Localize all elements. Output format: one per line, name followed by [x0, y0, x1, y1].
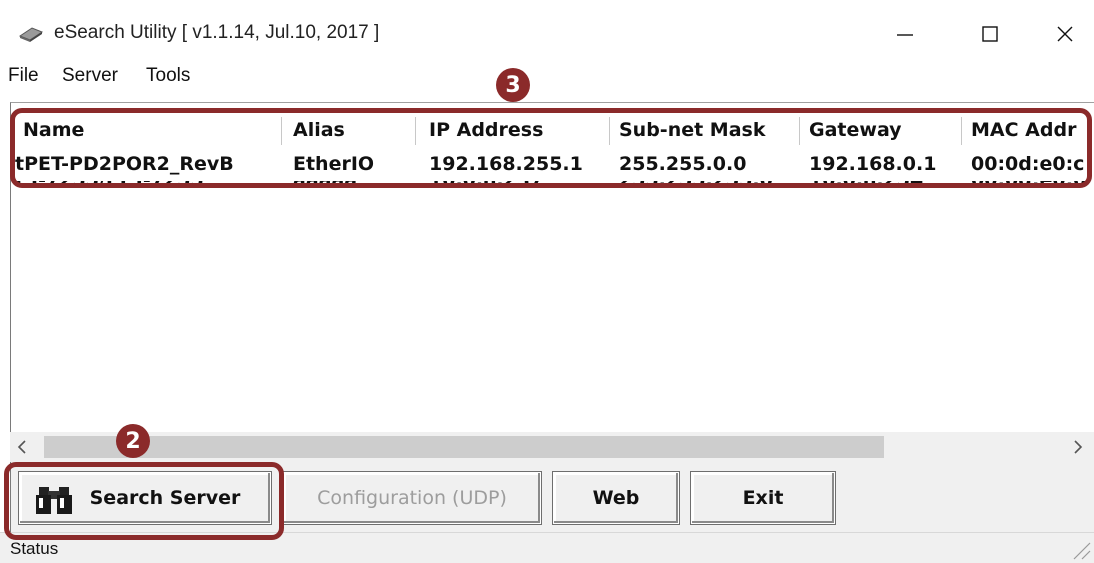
web-label: Web: [592, 487, 640, 509]
menu-tools[interactable]: Tools: [146, 65, 190, 87]
search-server-button[interactable]: Search Server: [18, 471, 272, 525]
network-device-icon: [18, 27, 44, 42]
chevron-right-icon: [1074, 440, 1083, 454]
cell-name: tPET-PD2POR2_RevB: [15, 153, 234, 175]
chevron-left-icon: [17, 440, 26, 454]
maximize-icon: [982, 26, 998, 42]
close-icon: [1057, 26, 1073, 42]
cell-alias: aaaaa: [293, 181, 413, 191]
cell-alias: EtherIO: [293, 153, 375, 175]
table-row[interactable]: tPET-PD2POR2_RevB EtherIO 192.168.255.1 …: [11, 149, 1094, 183]
column-header-mac[interactable]: MAC Addr: [967, 117, 1087, 147]
status-text: Status: [10, 539, 59, 558]
cell-ip: 10.0.8.237: [429, 181, 607, 191]
column-header-name[interactable]: Name: [19, 117, 273, 147]
column-header-subnet[interactable]: Sub-net Mask: [615, 117, 795, 147]
step-marker-3: 3: [496, 68, 530, 102]
search-server-label: Search Server: [89, 487, 241, 509]
column-header-alias[interactable]: Alias: [289, 117, 409, 147]
minimize-button[interactable]: [880, 14, 930, 54]
cell-gateway: 10.0.8.254: [809, 181, 959, 191]
configuration-udp-button[interactable]: Configuration (UDP): [282, 471, 542, 525]
column-separator[interactable]: [281, 117, 282, 145]
server-list[interactable]: Name Alias IP Address Sub-net Mask Gatew…: [10, 102, 1094, 432]
cell-gateway: 192.168.0.1: [809, 153, 937, 175]
scrollbar-thumb[interactable]: [44, 436, 884, 458]
cell-subnet: 255.255.255.0: [619, 181, 797, 191]
cell-mac: 00:0d:e0:c: [971, 153, 1085, 175]
cell-name: ET-7255/PET-7255: [15, 181, 277, 191]
minimize-icon: [897, 34, 913, 36]
cell-mac: 00:0d:e0:0: [971, 181, 1094, 191]
horizontal-scrollbar[interactable]: [10, 432, 1094, 462]
table-row[interactable]: ET-7255/PET-7255 aaaaa 10.0.8.237 255.25…: [11, 181, 1094, 193]
close-button[interactable]: [1040, 14, 1090, 54]
cell-ip: 192.168.255.1: [429, 153, 583, 175]
button-panel: Search Server Configuration (UDP) Web Ex…: [10, 462, 1094, 532]
cell-subnet: 255.255.0.0: [619, 153, 747, 175]
title-bar: eSearch Utility [ v1.1.14, Jul.10, 2017 …: [0, 0, 1094, 62]
column-separator[interactable]: [961, 117, 962, 145]
binoculars-icon: [36, 487, 72, 514]
exit-button[interactable]: Exit: [690, 471, 836, 525]
column-separator[interactable]: [415, 117, 416, 145]
exit-label: Exit: [742, 487, 784, 509]
status-bar: Status: [0, 532, 1094, 563]
menu-server[interactable]: Server: [62, 65, 118, 87]
configuration-udp-label: Configuration (UDP): [317, 487, 507, 509]
web-button[interactable]: Web: [552, 471, 680, 525]
maximize-button[interactable]: [965, 14, 1015, 54]
scroll-right-button[interactable]: [1068, 438, 1088, 456]
scroll-left-button[interactable]: [12, 438, 32, 456]
column-separator[interactable]: [799, 117, 800, 145]
column-header-ip[interactable]: IP Address: [425, 117, 605, 147]
resize-grip-icon[interactable]: [1070, 539, 1092, 561]
column-separator[interactable]: [609, 117, 610, 145]
step-marker-2: 2: [116, 424, 150, 458]
menu-bar: File Server Tools: [0, 62, 1094, 96]
window-title: eSearch Utility [ v1.1.14, Jul.10, 2017 …: [54, 22, 380, 43]
column-header-gateway[interactable]: Gateway: [805, 117, 955, 147]
menu-file[interactable]: File: [8, 65, 39, 87]
